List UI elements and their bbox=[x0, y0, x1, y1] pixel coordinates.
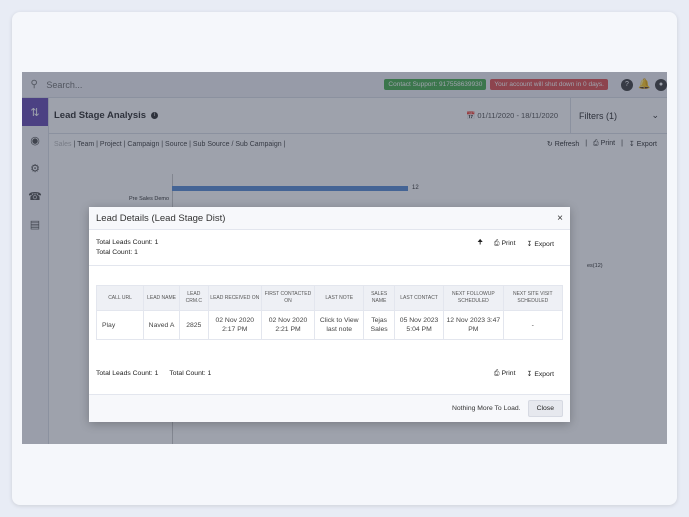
lead-details-modal: Lead Details (Lead Stage Dist) × Total L… bbox=[89, 207, 570, 422]
col-header: Lead Received On bbox=[207, 285, 262, 311]
next-followup-cell: 12 Nov 2023 3:47 PM bbox=[443, 310, 504, 340]
col-header: Lead Name bbox=[143, 285, 180, 311]
modal-header: Lead Details (Lead Stage Dist) × bbox=[89, 207, 570, 230]
foot-export-button[interactable]: ↧ Export bbox=[526, 370, 554, 378]
col-header: Next Followup Scheduled bbox=[443, 285, 504, 311]
foot-export-label: Export bbox=[534, 371, 554, 378]
total-count: Total Count: 1 bbox=[96, 249, 138, 256]
modal-foot-actions: ⎙ Print ↧ Export bbox=[494, 370, 554, 378]
modal-print-button[interactable]: ⎙ Print bbox=[494, 240, 516, 248]
first-contacted-cell: 02 Nov 2020 2:21 PM bbox=[260, 310, 316, 340]
modal-actions: 🠉 ⎙ Print ↧ Export bbox=[477, 238, 554, 249]
modal-summary: Total Leads Count: 1 Total Count: 1 bbox=[96, 238, 158, 258]
foot-print-button[interactable]: ⎙ Print bbox=[494, 370, 516, 378]
modal-print-label: Print bbox=[501, 239, 516, 247]
table-header-row: Call URL Lead Name Lead CRM.C Lead Recei… bbox=[95, 285, 564, 311]
col-header: Sales Name bbox=[363, 285, 395, 311]
modal-export-label: Export bbox=[534, 240, 554, 248]
call-url-play-link[interactable]: Play bbox=[95, 310, 145, 340]
col-header: Lead CRM.C bbox=[178, 285, 209, 311]
print-icon: ⎙ bbox=[493, 370, 500, 377]
modal-footer: Nothing More To Load. Close bbox=[89, 394, 570, 422]
divider bbox=[89, 265, 570, 266]
download-icon: ↧ bbox=[526, 240, 533, 248]
foot-total-count: Total Count: 1 bbox=[169, 370, 212, 377]
lead-received-cell: 02 Nov 2020 2:17 PM bbox=[207, 310, 262, 340]
col-header: Call URL bbox=[95, 285, 145, 311]
download-icon: ↧ bbox=[526, 371, 533, 378]
foot-total-leads-count: Total Leads Count: 1 bbox=[96, 370, 159, 377]
lead-crm-cell: 2825 bbox=[178, 310, 209, 340]
col-header: Last Contact bbox=[393, 285, 445, 311]
scroll-up-icon[interactable]: 🠉 bbox=[477, 238, 483, 249]
close-button[interactable]: Close bbox=[527, 400, 563, 417]
sales-name-cell: Tejas Sales bbox=[363, 310, 395, 340]
col-header: Next Site Visit Scheduled bbox=[502, 285, 564, 311]
modal-foot-summary: Total Leads Count: 1 Total Count: 1 bbox=[96, 370, 211, 377]
lead-table: Call URL Lead Name Lead CRM.C Lead Recei… bbox=[95, 285, 564, 340]
close-icon[interactable]: × bbox=[557, 213, 563, 224]
next-site-visit-cell: - bbox=[502, 310, 564, 340]
modal-title: Lead Details (Lead Stage Dist) bbox=[96, 212, 226, 224]
lead-name-cell: Naved A bbox=[143, 310, 180, 340]
col-header: Last Note bbox=[314, 285, 365, 311]
modal-export-button[interactable]: ↧ Export bbox=[526, 240, 554, 248]
nothing-more-text: Nothing More To Load. bbox=[451, 405, 521, 412]
last-contact-cell: 05 Nov 2023 5:04 PM bbox=[393, 310, 445, 340]
print-icon: ⎙ bbox=[493, 239, 500, 247]
last-note-link[interactable]: Click to View last note bbox=[314, 310, 365, 340]
foot-print-label: Print bbox=[501, 370, 516, 377]
table-row: Play Naved A 2825 02 Nov 2020 2:17 PM 02… bbox=[95, 310, 564, 340]
total-leads-count: Total Leads Count: 1 bbox=[96, 239, 159, 246]
col-header: First Contacted On bbox=[260, 285, 316, 311]
